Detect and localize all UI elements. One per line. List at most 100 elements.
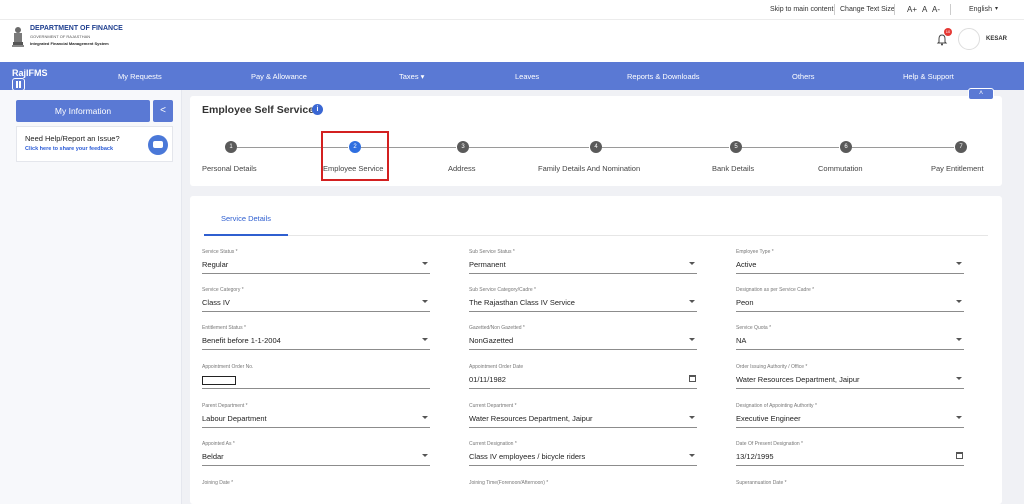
skip-to-content-link[interactable]: Skip to main content — [770, 6, 833, 13]
divider — [834, 4, 835, 15]
sidebar-collapse-button[interactable]: < — [153, 100, 173, 122]
field-label: Joining Date * — [202, 480, 234, 486]
step-6-label[interactable]: Commutation — [818, 164, 863, 173]
step-6-indicator[interactable]: 6 — [840, 141, 852, 153]
field-label: Appointed As * — [202, 441, 235, 447]
field-underline — [736, 427, 964, 428]
field-underline — [469, 465, 697, 466]
divider — [894, 4, 895, 15]
step-7-indicator[interactable]: 7 — [955, 141, 967, 153]
chevron-down-icon[interactable] — [422, 454, 428, 457]
chat-icon[interactable] — [148, 135, 168, 155]
designation-cadre-select[interactable]: Designation as per Service Cadre * Peon — [736, 287, 964, 317]
org-subtitle: GOVERNMENT OF RAJASTHAN — [30, 34, 91, 39]
chevron-down-icon[interactable] — [956, 300, 962, 303]
field-value: Peon — [736, 298, 754, 307]
chevron-down-icon[interactable] — [422, 300, 428, 303]
step-5-indicator[interactable]: 5 — [730, 141, 742, 153]
calendar-icon[interactable] — [956, 452, 963, 459]
present-designation-date-field[interactable]: Date Of Present Designation * 13/12/1995 — [736, 441, 964, 471]
gazetted-select[interactable]: Gazetted/Non Gazetted * NonGazetted — [469, 325, 697, 355]
step-1-indicator[interactable]: 1 — [225, 141, 237, 153]
brand-name: RajIFMS — [12, 68, 48, 78]
sub-service-category-select[interactable]: Sub Service Category/Cadre * The Rajasth… — [469, 287, 697, 317]
appointed-as-select[interactable]: Appointed As * Beldar — [202, 441, 430, 471]
notification-badge: 10 — [944, 28, 952, 36]
chevron-down-icon[interactable] — [422, 262, 428, 265]
service-quota-select[interactable]: Service Quota * NA — [736, 325, 964, 355]
calendar-icon[interactable] — [689, 375, 696, 382]
collapse-header-button[interactable]: ˄ — [968, 88, 994, 100]
text-size-decrease-button[interactable]: A- — [932, 5, 940, 14]
step-5-label[interactable]: Bank Details — [712, 164, 754, 173]
step-4-indicator[interactable]: 4 — [590, 141, 602, 153]
chevron-down-icon[interactable] — [422, 416, 428, 419]
appointing-authority-select[interactable]: Designation of Appointing Authority * Ex… — [736, 403, 964, 433]
text-size-normal-button[interactable]: A — [922, 5, 927, 14]
nav-item-reports-downloads[interactable]: Reports & Downloads — [627, 72, 700, 81]
nav-item-others[interactable]: Others — [792, 72, 815, 81]
step-3-label[interactable]: Address — [448, 164, 476, 173]
chevron-down-icon[interactable] — [689, 416, 695, 419]
stepper-card: Employee Self Service i 1 2 3 4 5 6 7 Pe… — [190, 96, 1002, 186]
main-nav: RajIFMS My Requests Pay & Allowance Taxe… — [0, 62, 1024, 91]
field-underline — [736, 349, 964, 350]
user-name[interactable]: KESAR — [986, 36, 1007, 42]
text-size-increase-button[interactable]: A+ — [907, 5, 917, 14]
field-value: Active — [736, 260, 757, 269]
entitlement-status-select[interactable]: Entitlement Status * Benefit before 1-1-… — [202, 325, 430, 355]
parent-department-select[interactable]: Parent Department * Labour Department — [202, 403, 430, 433]
chevron-down-icon[interactable] — [689, 262, 695, 265]
step-7-label[interactable]: Pay Entitlement — [931, 164, 984, 173]
service-category-select[interactable]: Service Category * Class IV — [202, 287, 430, 317]
info-icon[interactable]: i — [312, 104, 323, 115]
chevron-down-icon[interactable] — [956, 416, 962, 419]
language-select[interactable]: English — [969, 6, 992, 13]
step-3-indicator[interactable]: 3 — [457, 141, 469, 153]
help-box[interactable]: Need Help/Report an Issue? Click here to… — [16, 126, 173, 162]
feedback-link[interactable]: Click here to share your feedback — [25, 146, 113, 152]
joining-time-select[interactable]: Joining Time(Forenoon/Afternoon) * — [469, 480, 697, 504]
employee-type-select[interactable]: Employee Type * Active — [736, 249, 964, 279]
sub-service-status-select[interactable]: Sub Service Status * Permanent — [469, 249, 697, 279]
system-name: Integrated Financial Management System — [30, 41, 109, 46]
utility-bar: Skip to main content Change Text Size A+… — [0, 0, 1024, 20]
field-label: Current Department * — [469, 403, 517, 409]
superannuation-date-field[interactable]: Superannuation Date * — [736, 480, 964, 504]
chevron-down-icon[interactable] — [956, 377, 962, 380]
tab-service-details[interactable]: Service Details — [204, 214, 288, 234]
appointment-order-date-field[interactable]: Appointment Order Date 01/11/1982 — [469, 364, 697, 394]
step-1-label[interactable]: Personal Details — [202, 164, 257, 173]
field-value: Labour Department — [202, 414, 267, 423]
my-information-button[interactable]: My Information — [16, 100, 150, 122]
appointment-order-no-field[interactable]: Appointment Order No. — [202, 364, 430, 394]
nav-item-leaves[interactable]: Leaves — [515, 72, 539, 81]
chevron-down-icon[interactable] — [689, 300, 695, 303]
order-issuing-authority-select[interactable]: Order Issuing Authority / Office * Water… — [736, 364, 964, 394]
chevron-down-icon[interactable] — [956, 262, 962, 265]
chevron-down-icon[interactable] — [689, 338, 695, 341]
nav-item-help-support[interactable]: Help & Support — [903, 72, 954, 81]
nav-item-taxes[interactable]: Taxes ▾ — [399, 72, 424, 81]
brand-logo[interactable]: RajIFMS — [12, 68, 48, 91]
step-4-label[interactable]: Family Details And Nomination — [538, 164, 640, 173]
nav-item-pay-allowance[interactable]: Pay & Allowance — [251, 72, 307, 81]
field-value: Water Resources Department, Jaipur — [469, 414, 593, 423]
field-underline — [469, 427, 697, 428]
field-value: Class IV — [202, 298, 230, 307]
chevron-down-icon[interactable]: ▾ — [995, 5, 998, 12]
joining-date-field[interactable]: Joining Date * — [202, 480, 430, 504]
current-department-select[interactable]: Current Department * Water Resources Dep… — [469, 403, 697, 433]
nav-item-my-requests[interactable]: My Requests — [118, 72, 162, 81]
chevron-down-icon[interactable] — [422, 338, 428, 341]
service-status-select[interactable]: Service Status * Regular — [202, 249, 430, 279]
field-underline — [469, 388, 697, 389]
chevron-down-icon[interactable] — [956, 338, 962, 341]
field-label: Superannuation Date * — [736, 480, 787, 486]
field-label: Appointment Order No. — [202, 364, 254, 370]
avatar[interactable] — [958, 28, 980, 50]
current-designation-select[interactable]: Current Designation * Class IV employees… — [469, 441, 697, 471]
step-connector — [852, 147, 954, 148]
field-underline — [736, 311, 964, 312]
chevron-down-icon[interactable] — [689, 454, 695, 457]
